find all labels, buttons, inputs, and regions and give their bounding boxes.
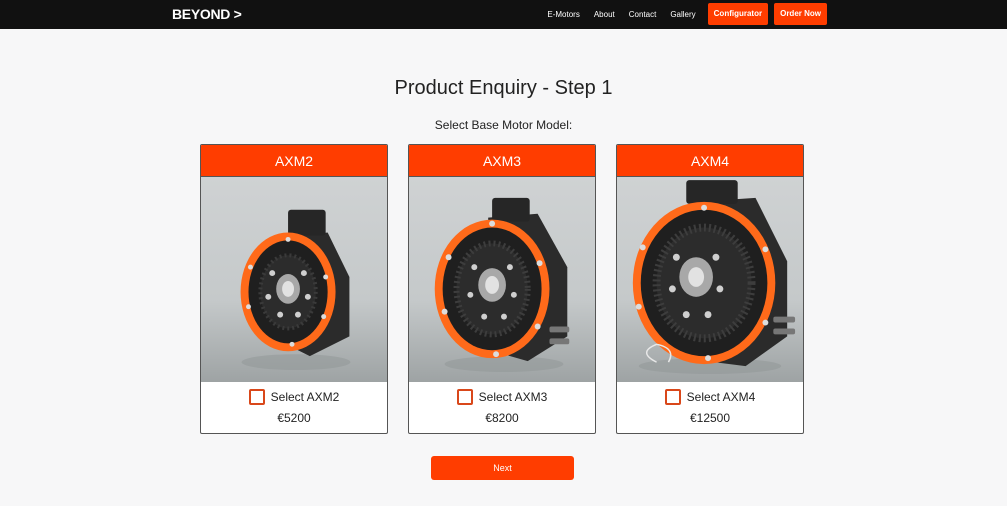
model-card-axm4: AXM4 Select AXM4 €12500	[616, 144, 804, 434]
select-axm3-option[interactable]: Select AXM3	[409, 388, 595, 406]
select-axm3-checkbox[interactable]	[456, 389, 473, 405]
select-axm2-label[interactable]: Select AXM2	[271, 390, 340, 404]
nav-link-gallery[interactable]: Gallery	[670, 10, 695, 19]
motor-photo-axm3	[434, 197, 570, 373]
select-axm4-label[interactable]: Select AXM4	[687, 390, 756, 404]
price-axm2: €5200	[277, 411, 311, 425]
model-card-axm2: AXM2 Select AXM2 €5200	[200, 144, 388, 434]
model-card-title: AXM2	[201, 145, 387, 177]
page-subtitle: Select Base Motor Model:	[434, 118, 573, 132]
select-axm4-option[interactable]: Select AXM4	[617, 388, 803, 406]
motor-photo-icon	[409, 177, 595, 382]
price-axm4: €12500	[689, 411, 731, 425]
configurator-button[interactable]: Configurator	[707, 3, 769, 25]
select-axm2-checkbox[interactable]	[248, 389, 265, 405]
select-axm3-label[interactable]: Select AXM3	[479, 390, 548, 404]
model-card-title: AXM3	[409, 145, 595, 177]
model-card-title: AXM4	[617, 145, 803, 177]
nav-link-contact[interactable]: Contact	[629, 10, 657, 19]
order-now-button[interactable]: Order Now	[774, 3, 827, 25]
motor-photo-axm4	[632, 180, 796, 374]
motor-photo-icon	[617, 177, 803, 382]
page-title: Product Enquiry - Step 1	[394, 77, 613, 99]
nav-link-e-motors[interactable]: E-Motors	[547, 10, 579, 19]
navbar: BEYOND > E-Motors About Contact Gallery …	[0, 0, 1007, 29]
brand-logo[interactable]: BEYOND >	[172, 6, 242, 22]
next-button[interactable]: Next	[431, 456, 574, 480]
model-card-axm3: AXM3 Select AXM3 €8200	[408, 144, 596, 434]
motor-photo-icon	[201, 177, 387, 382]
select-axm2-option[interactable]: Select AXM2	[201, 388, 387, 406]
motor-photo-axm2	[240, 209, 351, 371]
nav-links: E-Motors About Contact Gallery Configura…	[533, 3, 827, 25]
price-axm3: €8200	[485, 411, 519, 425]
nav-link-about[interactable]: About	[594, 10, 615, 19]
select-axm4-checkbox[interactable]	[664, 389, 681, 405]
